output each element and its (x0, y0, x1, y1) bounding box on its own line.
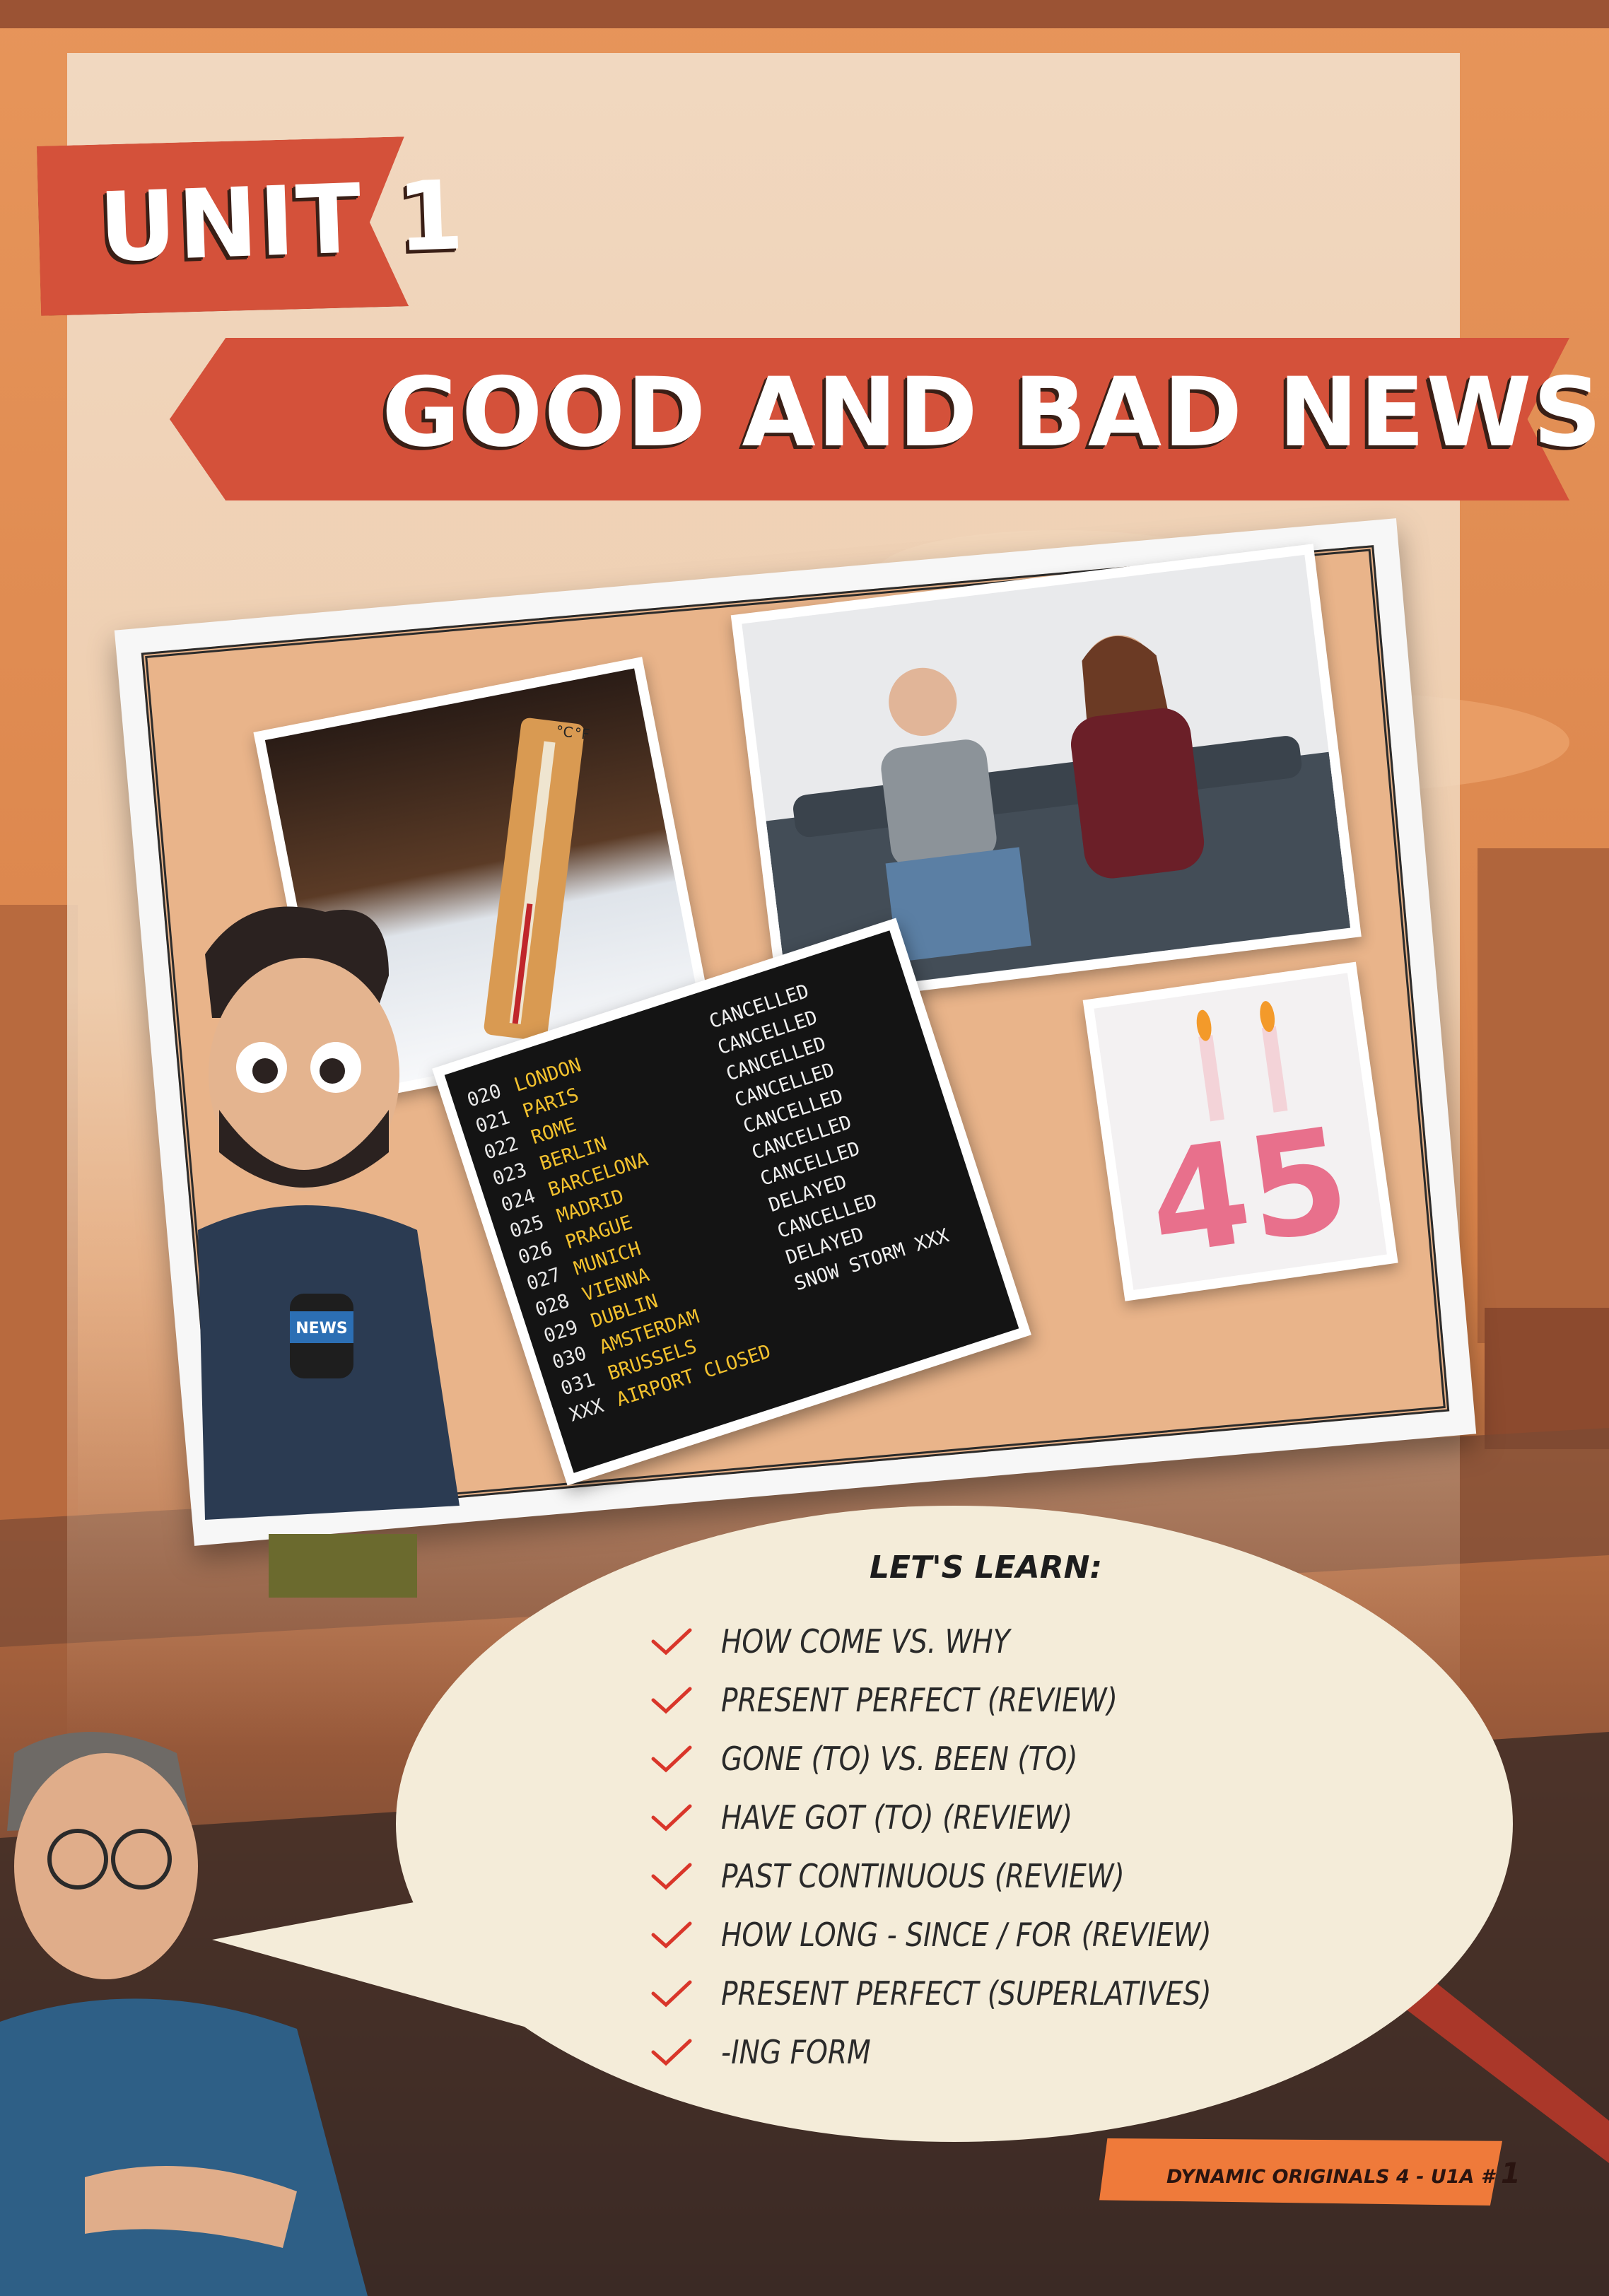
page-title: GOOD AND BAD NEWS (382, 357, 1603, 468)
checkmark-icon (651, 1628, 692, 1655)
checkmark-icon (651, 1980, 692, 2007)
lets-learn-item: HOW LONG - SINCE / FOR (REVIEW) (650, 1905, 1298, 1964)
page-number: 1 (1501, 2157, 1521, 2190)
checkmark-icon (651, 2039, 692, 2066)
lets-learn-item: PRESENT PERFECT (SUPERLATIVES) (650, 1964, 1298, 2022)
news-reporter-illustration: NEWS (198, 906, 460, 1598)
thermometer-unit-c: °C (555, 722, 574, 742)
unit-label: UNIT 1 (97, 160, 467, 283)
lets-learn-item: HOW COME VS. WHY (650, 1612, 1298, 1670)
lets-learn-item: GONE (TO) VS. BEEN (TO) (650, 1729, 1298, 1788)
lets-learn-heading: LET'S LEARN: (870, 1550, 1103, 1586)
lets-learn-item: -ING FORM (650, 2022, 1298, 2081)
lets-learn-item-text: HAVE GOT (TO) (REVIEW) (721, 1798, 1073, 1837)
lets-learn-item-text: GONE (TO) VS. BEEN (TO) (721, 1739, 1078, 1778)
lets-learn-item: PAST CONTINUOUS (REVIEW) (650, 1846, 1298, 1905)
lets-learn-item-text: HOW LONG - SINCE / FOR (REVIEW) (721, 1915, 1212, 1954)
couple-illustration (766, 635, 1351, 997)
checkmark-icon (651, 1921, 692, 1948)
footer-page-label: DYNAMIC ORIGINALS 4 - U1A # 1 (1166, 2157, 1521, 2190)
lets-learn-item: HAVE GOT (TO) (REVIEW) (650, 1788, 1298, 1846)
checkmark-icon (651, 1745, 692, 1772)
lets-learn-item-text: PAST CONTINUOUS (REVIEW) (721, 1856, 1125, 1895)
footer-book-title: DYNAMIC ORIGINALS 4 - U1A # (1166, 2166, 1494, 2188)
checkmark-icon (651, 1863, 692, 1890)
lets-learn-item-text: HOW COME VS. WHY (721, 1622, 1010, 1660)
lets-learn-item: PRESENT PERFECT (REVIEW) (650, 1670, 1298, 1729)
photo-couple (730, 544, 1362, 1009)
checkmark-icon (651, 1687, 692, 1714)
lets-learn-item-text: PRESENT PERFECT (REVIEW) (721, 1680, 1118, 1719)
checkmark-icon (651, 1804, 692, 1831)
candle-number-icon: 45 (1140, 1001, 1359, 1288)
photo-birthday-candles: 45 (1082, 961, 1398, 1301)
candle-number: 45 (1140, 1096, 1359, 1288)
lets-learn-item-text: PRESENT PERFECT (SUPERLATIVES) (721, 1974, 1212, 2013)
teacher-illustration (0, 1732, 368, 2296)
lets-learn-list: HOW COME VS. WHY PRESENT PERFECT (REVIEW)… (650, 1612, 1298, 2081)
thermometer-unit-f: °F (573, 725, 590, 743)
news-mic-label: NEWS (296, 1320, 348, 1337)
lets-learn-item-text: -ING FORM (721, 2032, 871, 2071)
